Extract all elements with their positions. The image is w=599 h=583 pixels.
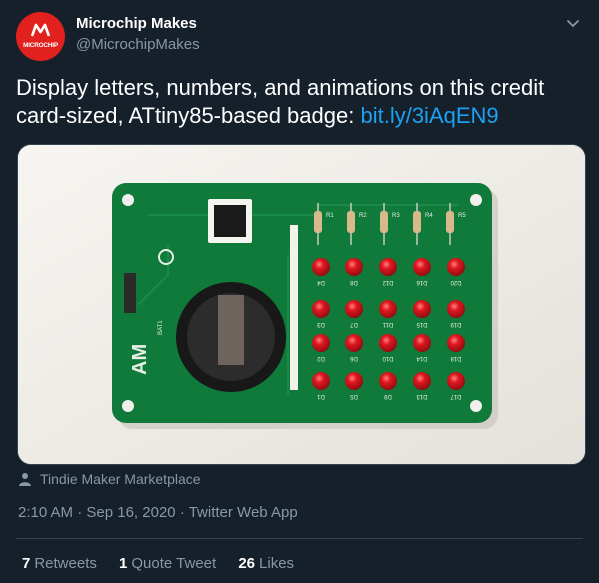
resistor (314, 211, 322, 233)
meta-separator: · (179, 504, 185, 521)
led-label: D17 (450, 393, 462, 399)
microchip-logo-icon (31, 23, 50, 37)
quotes-label: Quote Tweet (131, 555, 217, 572)
tweet-media-photo[interactable]: AM BAT1 R1 R2 R3 R4 R5 D4 D8 D12 D16 D20 D3 D7 D11 D… (17, 144, 586, 465)
tweet-source[interactable]: Twitter Web App (189, 504, 298, 521)
likes-count: 26 (238, 555, 256, 572)
meta-separator: · (77, 504, 83, 521)
quotes-count: 1 (119, 555, 128, 572)
quote-tweets-stat[interactable]: 1 Quote Tweet (119, 555, 216, 572)
retweets-label: Retweets (34, 555, 97, 572)
led (312, 300, 330, 318)
resistor-label: R2 (359, 213, 367, 219)
pcb-badge-photo: AM BAT1 R1 R2 R3 R4 R5 D4 D8 D12 D16 D20 D3 D7 D11 D… (18, 145, 585, 464)
avatar-logo-text: MICROCHIP (23, 42, 58, 49)
led-label: D20 (450, 279, 462, 285)
resistor (413, 211, 421, 233)
silk-am-text: AM (129, 344, 151, 375)
led-label: D5 (350, 393, 358, 399)
attribution-label: Tindie Maker Marketplace (40, 471, 201, 487)
led (447, 334, 465, 352)
tweet-date[interactable]: Sep 16, 2020 (86, 504, 175, 521)
led-label: D12 (382, 279, 394, 285)
led (379, 258, 397, 276)
led (447, 372, 465, 390)
tweet-link[interactable]: bit.ly/3iAqEN9 (360, 103, 498, 128)
led (379, 334, 397, 352)
divider (16, 538, 583, 539)
led-label: D18 (450, 355, 462, 361)
resistor (380, 211, 388, 233)
led (413, 334, 431, 352)
tweet-header: MICROCHIP Microchip Makes @MicrochipMake… (16, 12, 583, 61)
led (345, 334, 363, 352)
led (447, 300, 465, 318)
led-label: D10 (382, 355, 394, 361)
led (345, 258, 363, 276)
retweets-count: 7 (22, 555, 31, 572)
tweet-meta: 2:10 AM · Sep 16, 2020 · Twitter Web App (18, 504, 298, 521)
led (413, 258, 431, 276)
chevron-down-icon[interactable] (565, 15, 581, 31)
led (345, 372, 363, 390)
led-label: D9 (384, 393, 392, 399)
led (379, 372, 397, 390)
led-label: D11 (382, 321, 393, 327)
retweets-stat[interactable]: 7 Retweets (22, 555, 97, 572)
tweet-text: Display letters, numbers, and animations… (16, 74, 583, 130)
led-label: D15 (416, 321, 428, 327)
led (312, 372, 330, 390)
led-label: D14 (416, 355, 428, 361)
likes-label: Likes (259, 555, 295, 572)
resistor-label: R5 (458, 213, 466, 219)
likes-stat[interactable]: 26 Likes (238, 555, 294, 572)
author-name[interactable]: Microchip Makes (76, 15, 197, 32)
resistor (347, 211, 355, 233)
led (447, 258, 465, 276)
led-label: D1 (317, 393, 325, 399)
led (312, 258, 330, 276)
resistor-label: R3 (392, 213, 400, 219)
pcb-board (112, 183, 492, 423)
tweet-time[interactable]: 2:10 AM (18, 504, 73, 521)
avatar[interactable]: MICROCHIP (16, 12, 65, 61)
led (413, 372, 431, 390)
resistor-label: R4 (425, 213, 433, 219)
resistor-label: R1 (326, 213, 334, 219)
author-handle[interactable]: @MicrochipMakes (76, 36, 200, 53)
led (379, 300, 397, 318)
led-label: D3 (317, 321, 325, 327)
tweet-stats: 7 Retweets 1 Quote Tweet 26 Likes (22, 555, 312, 572)
led-label: D13 (416, 393, 428, 399)
silk-bat-label: BAT1 (158, 320, 164, 335)
led (312, 334, 330, 352)
led-label: D6 (350, 355, 358, 361)
led-label: D8 (350, 279, 358, 285)
led-label: D16 (416, 279, 428, 285)
led-label: D4 (317, 279, 325, 285)
resistor (446, 211, 454, 233)
led-label: D19 (450, 321, 462, 327)
led-label: D2 (317, 355, 325, 361)
slide-switch (124, 273, 136, 313)
led (413, 300, 431, 318)
led-label: D7 (350, 321, 358, 327)
person-icon (19, 473, 31, 486)
led (345, 300, 363, 318)
